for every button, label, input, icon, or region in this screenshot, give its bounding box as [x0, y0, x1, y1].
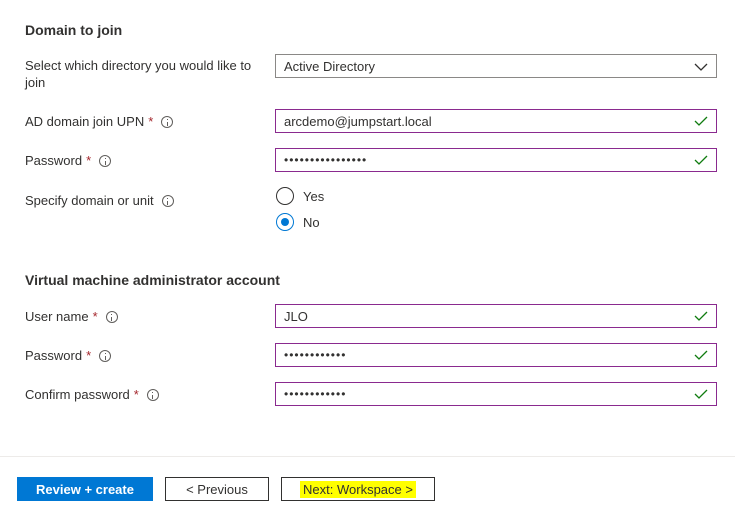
chevron-down-icon	[694, 59, 708, 74]
directory-select[interactable]: Active Directory	[275, 54, 717, 78]
next-workspace-label: Next: Workspace >	[300, 480, 416, 498]
unit-radio-yes[interactable]: Yes	[276, 187, 324, 205]
required-asterisk: *	[92, 309, 98, 324]
domain-section-title: Domain to join	[25, 22, 123, 38]
confirm-password-input[interactable]: ••••••••••••	[275, 382, 717, 406]
unit-label-row: Specify domain or unit	[25, 192, 174, 209]
info-icon[interactable]	[99, 349, 112, 362]
upn-label: AD domain join UPN	[25, 114, 145, 129]
unit-label: Specify domain or unit	[25, 193, 154, 208]
directory-select-value: Active Directory	[284, 58, 376, 74]
upn-input-value: arcdemo@jumpstart.local	[284, 113, 432, 129]
confirm-password-label: Confirm password	[25, 387, 130, 402]
check-icon	[694, 350, 708, 360]
directory-label: Select which directory you would like to…	[25, 58, 252, 90]
radio-button[interactable]	[276, 187, 294, 205]
vm-section-title: Virtual machine administrator account	[25, 272, 280, 288]
domain-password-label: Password	[25, 153, 83, 168]
info-icon[interactable]	[146, 388, 159, 401]
username-label-row: User name *	[25, 308, 118, 325]
check-icon	[694, 155, 708, 165]
info-icon[interactable]	[161, 115, 174, 128]
check-icon	[694, 389, 708, 399]
upn-label-row: AD domain join UPN *	[25, 113, 174, 130]
check-icon	[694, 116, 708, 126]
domain-password-input[interactable]: ••••••••••••••••	[275, 148, 717, 172]
required-asterisk: *	[86, 153, 92, 168]
domain-password-value: ••••••••••••••••	[284, 153, 368, 167]
next-workspace-button[interactable]: Next: Workspace >	[281, 477, 435, 501]
review-create-button[interactable]: Review + create	[17, 477, 153, 501]
required-asterisk: *	[133, 387, 139, 402]
radio-label-yes: Yes	[303, 188, 325, 204]
confirm-password-label-row: Confirm password *	[25, 386, 159, 403]
footer-divider	[0, 456, 735, 457]
username-input[interactable]: JLO	[275, 304, 717, 328]
vm-password-value: ••••••••••••	[284, 348, 347, 362]
previous-button[interactable]: < Previous	[165, 477, 269, 501]
domain-password-label-row: Password *	[25, 152, 112, 169]
domain-join-form: Domain to join Select which directory yo…	[0, 0, 735, 507]
vm-password-label: Password	[25, 348, 83, 363]
username-value: JLO	[284, 308, 308, 324]
info-icon[interactable]	[99, 154, 112, 167]
check-icon	[694, 311, 708, 321]
vm-password-label-row: Password *	[25, 347, 112, 364]
info-icon[interactable]	[161, 194, 174, 207]
upn-input[interactable]: arcdemo@jumpstart.local	[275, 109, 717, 133]
info-icon[interactable]	[105, 310, 118, 323]
radio-label-no: No	[303, 214, 320, 230]
unit-radio-no[interactable]: No	[276, 213, 320, 231]
required-asterisk: *	[148, 114, 154, 129]
vm-password-input[interactable]: ••••••••••••	[275, 343, 717, 367]
confirm-password-value: ••••••••••••	[284, 387, 347, 401]
username-label: User name	[25, 309, 89, 324]
radio-button-selected[interactable]	[276, 213, 294, 231]
required-asterisk: *	[86, 348, 92, 363]
